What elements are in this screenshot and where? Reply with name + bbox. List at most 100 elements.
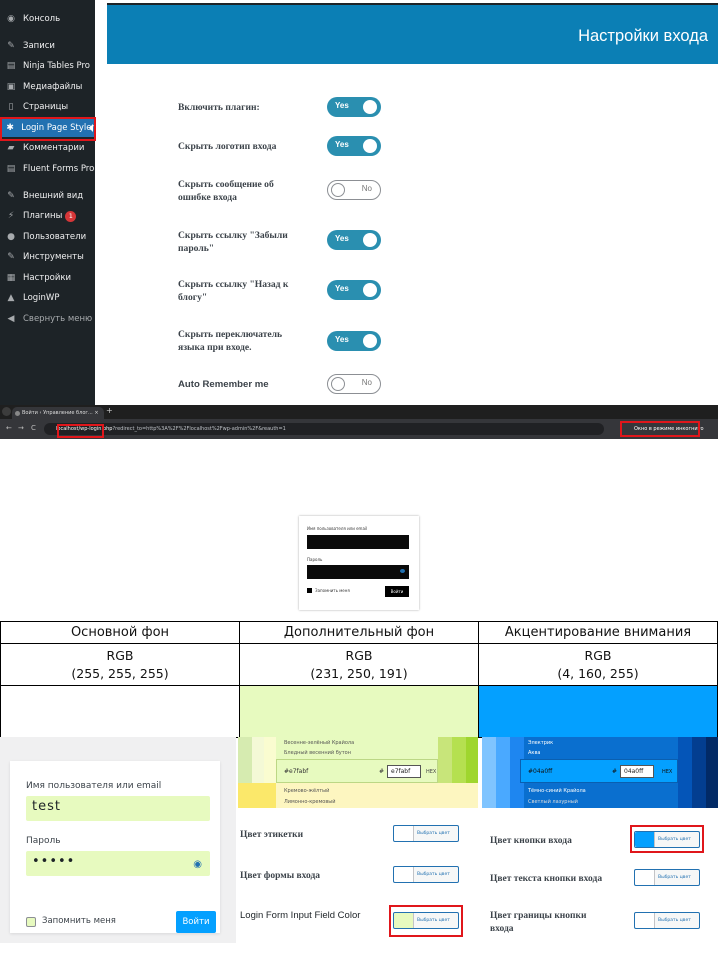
collapse-icon: ◀ <box>7 314 15 324</box>
sidebar-item-label: Консоль <box>23 14 61 24</box>
toggle-hide-back-to-blog[interactable]: Yes <box>327 280 381 300</box>
tab-title: Войти ‹ Управление блог... × <box>22 410 99 416</box>
hex-input[interactable]: e7fabf <box>387 765 421 778</box>
mode-select[interactable]: HEX <box>426 769 436 775</box>
highlight-box <box>0 117 96 141</box>
mini-username-input[interactable] <box>307 535 409 549</box>
forward-icon[interactable]: → <box>18 424 24 432</box>
highlight-box <box>389 905 463 937</box>
setting-label-auto-remember: Auto Remember me <box>178 379 269 390</box>
dashboard-icon: ◉ <box>7 14 15 24</box>
choose-color-text: Выбрать цвет <box>658 918 691 923</box>
setting-label-hide-lost-password: Скрыть ссылку "Забыли пароль" <box>178 230 288 254</box>
reload-icon[interactable]: C <box>31 424 36 432</box>
picker-hex-readout: #04a0ff <box>528 768 553 775</box>
password-input[interactable]: ••••• ◉ <box>26 851 210 876</box>
picker-row[interactable]: Лимонно-кремовый <box>238 797 478 807</box>
login-submit-button[interactable]: Войти <box>176 911 216 933</box>
picker-row[interactable]: Светлый лазурный <box>482 797 718 807</box>
browser-chrome: Войти ‹ Управление блог... × + ← → C loc… <box>0 405 718 439</box>
browser-menu-icon[interactable] <box>2 407 11 416</box>
toggle-hide-lost-password[interactable]: Yes <box>327 230 381 250</box>
choose-color-text: Выбрать цвет <box>417 872 450 877</box>
choose-color-button-text-button[interactable]: Выбрать цвет <box>634 869 700 886</box>
toggle-knob <box>363 100 377 114</box>
choose-color-button-border-button[interactable]: Выбрать цвет <box>634 912 700 929</box>
eye-icon[interactable] <box>400 569 405 573</box>
sidebar-item-tools[interactable]: ✎ Инструменты <box>0 248 95 266</box>
setting-label-hide-logo: Скрыть логотип входа <box>178 141 277 152</box>
toggle-knob <box>363 334 377 348</box>
address-bar-row: ← → C localhost/wp-login.php?redirect_to… <box>0 419 718 439</box>
sidebar-item-comments[interactable]: ▰ Комментарии <box>0 139 95 157</box>
sidebar-item-settings[interactable]: ▦ Настройки <box>0 269 95 287</box>
setting-label-enable-plugin: Включить плагин: <box>178 102 260 113</box>
color-header-secondary: Дополнительный фон <box>239 621 479 644</box>
media-icon: ▣ <box>6 82 16 92</box>
toggle-auto-remember[interactable]: No <box>327 374 381 394</box>
picker-row[interactable]: Аква <box>482 748 718 758</box>
sidebar-item-label: Пользователи <box>23 232 87 242</box>
mini-password-input[interactable] <box>307 565 409 579</box>
choose-color-label-button[interactable]: Выбрать цвет <box>393 825 459 842</box>
username-input[interactable]: test <box>26 796 210 821</box>
picker-row[interactable]: Электрик <box>482 738 718 748</box>
toggle-state: Yes <box>335 284 349 293</box>
sidebar-item-label: Свернуть меню <box>23 314 93 324</box>
picker-row[interactable]: Бледный весенний бутон <box>238 748 478 758</box>
tab-login[interactable]: Войти ‹ Управление блог... × <box>12 407 104 419</box>
sidebar-item-dashboard[interactable]: ◉ Консоль <box>0 10 95 28</box>
sidebar-item-label: Записи <box>23 41 55 51</box>
toggle-state: Yes <box>335 140 349 149</box>
mini-remember-checkbox[interactable] <box>307 588 312 593</box>
color-label-form: Цвет формы входа <box>240 871 321 881</box>
sidebar-item-plugins[interactable]: ⚡ Плагины 1 <box>0 207 95 225</box>
mini-submit-button[interactable]: Войти <box>385 586 409 597</box>
picker-hex-readout: #e7fabf <box>284 768 309 775</box>
toggle-knob <box>363 139 377 153</box>
wp-admin-screen: ◉ Консоль ✎ Записи ▤ Ninja Tables Pro ▣ Меди… <box>0 0 718 405</box>
choose-color-form-button[interactable]: Выбрать цвет <box>393 866 459 883</box>
toggle-enable-plugin[interactable]: Yes <box>327 97 381 117</box>
toggle-state: No <box>361 184 372 193</box>
picker-row[interactable]: Весенне-зелёный Крайола <box>238 738 478 748</box>
choose-color-text: Выбрать цвет <box>417 831 450 836</box>
sidebar-item-label: Страницы <box>23 102 69 112</box>
sidebar-collapse-menu[interactable]: ◀ Свернуть меню <box>0 310 95 328</box>
update-count-badge: 1 <box>65 210 77 222</box>
setting-label-hide-language-switcher: Скрыть переключатель языка при входе. <box>178 329 283 353</box>
sidebar-item-appearance[interactable]: ✎ Внешний вид <box>0 187 95 205</box>
sidebar-item-ninja-tables[interactable]: ▤ Ninja Tables Pro <box>0 57 95 75</box>
hex-prefix: # <box>612 768 618 775</box>
eye-icon[interactable]: ◉ <box>193 859 202 870</box>
sidebar-item-fluent-forms[interactable]: ▤ Fluent Forms Pro <box>0 160 95 178</box>
picker-row[interactable]: Тёмно-синий Крайола <box>482 786 718 796</box>
sidebar-item-pages[interactable]: ▯ Страницы <box>0 98 95 116</box>
remember-me-checkbox[interactable] <box>26 917 36 927</box>
sidebar-item-loginwp[interactable]: ▲ LoginWP <box>0 289 95 307</box>
toggle-hide-logo[interactable]: Yes <box>327 136 381 156</box>
color-swatch <box>394 867 414 882</box>
color-header-main: Основной фон <box>0 621 240 644</box>
sidebar-item-users[interactable]: ● Пользователи <box>0 228 95 246</box>
toggle-state: Yes <box>335 335 349 344</box>
color-swatch <box>394 826 414 841</box>
picker-row[interactable]: Кремово-жёлтый <box>238 786 478 796</box>
color-picker-accent[interactable]: Электрик Аква #04a0ff # 04a0ff HEX Тёмно… <box>482 737 718 808</box>
color-swatch <box>635 870 655 885</box>
color-header-accent: Акцентирование внимания <box>478 621 718 644</box>
toggle-hide-language-switcher[interactable]: Yes <box>327 331 381 351</box>
page-icon: ▯ <box>8 102 14 112</box>
login-preview-small: Имя пользователя или email Пароль Запомн… <box>299 516 419 610</box>
color-label-button-text: Цвет текста кнопки входа <box>490 874 603 884</box>
hex-input[interactable]: 04a0ff <box>620 765 654 778</box>
tab-bar: Войти ‹ Управление блог... × + <box>0 405 718 419</box>
new-tab-button[interactable]: + <box>106 406 113 415</box>
url-field[interactable]: localhost/wp-login.php?redirect_to=http%… <box>44 423 604 435</box>
sidebar-item-posts[interactable]: ✎ Записи <box>0 37 95 55</box>
back-icon[interactable]: ← <box>6 424 12 432</box>
sidebar-item-media[interactable]: ▣ Медиафайлы <box>0 78 95 96</box>
mode-select[interactable]: HEX <box>662 769 672 775</box>
toggle-hide-error[interactable]: No <box>327 180 381 200</box>
color-picker-secondary[interactable]: Весенне-зелёный Крайола Бледный весенний… <box>238 737 478 808</box>
